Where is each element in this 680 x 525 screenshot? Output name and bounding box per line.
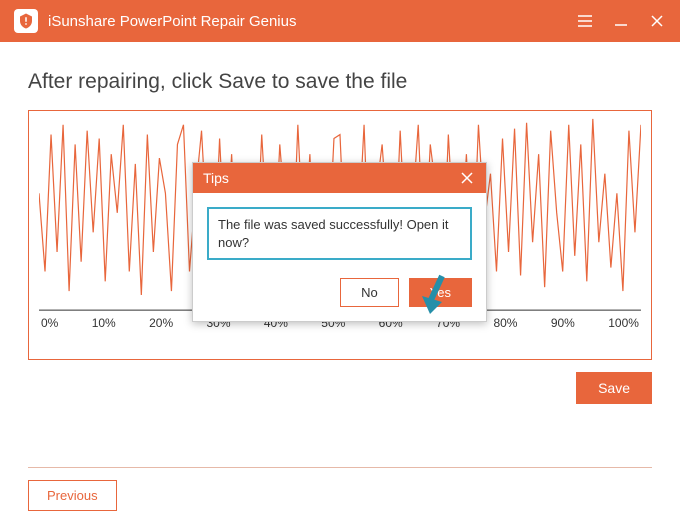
dialog-message: The file was saved successfully! Open it… — [207, 207, 472, 260]
dialog-close-icon[interactable] — [458, 169, 476, 187]
x-tick-label: 100% — [608, 316, 639, 330]
menu-icon[interactable] — [576, 12, 594, 30]
titlebar: iSunshare PowerPoint Repair Genius — [0, 0, 680, 42]
previous-button[interactable]: Previous — [28, 480, 117, 511]
dialog-header: Tips — [193, 163, 486, 193]
dialog-title: Tips — [203, 170, 229, 186]
x-tick-label: 0% — [41, 316, 58, 330]
x-tick-label: 90% — [551, 316, 575, 330]
tips-dialog: Tips The file was saved successfully! Op… — [192, 162, 487, 322]
app-title: iSunshare PowerPoint Repair Genius — [48, 13, 576, 30]
footer: Previous — [28, 467, 652, 511]
save-row: Save — [28, 372, 652, 404]
dialog-body: The file was saved successfully! Open it… — [193, 193, 486, 272]
x-tick-label: 20% — [149, 316, 173, 330]
close-icon[interactable] — [648, 12, 666, 30]
dialog-button-row: No Yes — [193, 272, 486, 321]
x-tick-label: 80% — [493, 316, 517, 330]
save-button[interactable]: Save — [576, 372, 652, 404]
yes-button[interactable]: Yes — [409, 278, 472, 307]
window-controls — [576, 12, 666, 30]
no-button[interactable]: No — [340, 278, 399, 307]
page-instruction: After repairing, click Save to save the … — [28, 70, 652, 94]
minimize-icon[interactable] — [612, 12, 630, 30]
x-tick-label: 10% — [92, 316, 116, 330]
app-logo-icon — [14, 9, 38, 33]
